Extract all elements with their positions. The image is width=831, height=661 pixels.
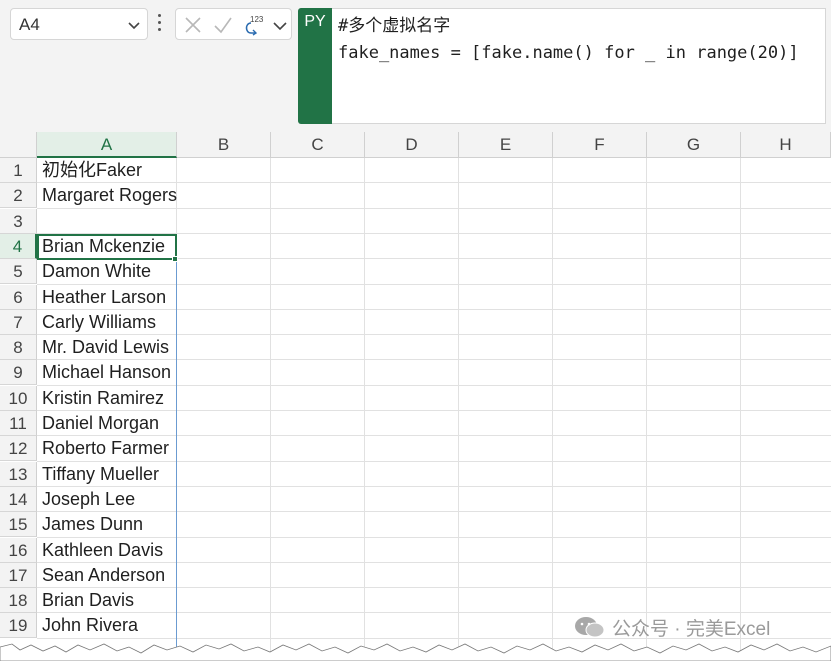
torn-edge (0, 643, 831, 661)
column-header-c[interactable]: C (271, 132, 365, 158)
watermark: 公众号 · 完美Excel (574, 614, 770, 640)
row-header[interactable]: 15 (0, 512, 37, 538)
watermark-text: 公众号 · 完美Excel (612, 618, 771, 640)
row-header[interactable]: 4 (0, 233, 37, 259)
select-all-corner[interactable] (0, 132, 37, 158)
row-header[interactable]: 16 (0, 537, 37, 563)
cell-a15[interactable]: James Dunn (42, 512, 143, 537)
cell-a9[interactable]: Michael Hanson (42, 360, 171, 385)
row-header[interactable]: 3 (0, 208, 37, 234)
row-header[interactable]: 8 (0, 335, 37, 361)
name-box[interactable]: A4 (10, 8, 148, 40)
cell-a6[interactable]: Heather Larson (42, 285, 166, 310)
row-header[interactable]: 19 (0, 613, 37, 639)
cell-a7[interactable]: Carly Williams (42, 310, 156, 335)
cell-a12[interactable]: Roberto Farmer (42, 436, 169, 461)
cell-a13[interactable]: Tiffany Mueller (42, 462, 159, 487)
cell-a16[interactable]: Kathleen Davis (42, 538, 163, 563)
cell-a19[interactable]: John Rivera (42, 613, 138, 638)
column-header-g[interactable]: G (647, 132, 741, 158)
cell-a1[interactable]: 初始化Faker (42, 158, 142, 183)
python-output-chevron-icon[interactable] (272, 14, 288, 36)
row-header[interactable]: 2 (0, 183, 37, 209)
formula-tools: 123 (175, 8, 292, 40)
cell-a2[interactable]: Margaret Rogers (42, 183, 177, 208)
formula-line-1: #多个虚拟名字 (338, 16, 451, 36)
cell-a17[interactable]: Sean Anderson (42, 563, 165, 588)
formula-area: A4 123 PY #多个虚拟名字 fake_names = [fake.nam… (0, 0, 831, 132)
cancel-icon[interactable] (182, 14, 204, 36)
row-header[interactable]: 1 (0, 158, 37, 183)
row-header[interactable]: 5 (0, 259, 37, 285)
column-header-d[interactable]: D (365, 132, 459, 158)
row-header[interactable]: 10 (0, 385, 37, 411)
wechat-icon (575, 617, 605, 638)
chevron-down-icon[interactable] (127, 18, 141, 32)
python-mode-badge[interactable]: PY (298, 8, 332, 124)
row-header[interactable]: 12 (0, 436, 37, 462)
enter-icon[interactable] (212, 14, 234, 36)
cell-a5[interactable]: Damon White (42, 259, 151, 284)
row-header[interactable]: 6 (0, 284, 37, 310)
cell-a8[interactable]: Mr. David Lewis (42, 335, 169, 360)
row-header[interactable]: 17 (0, 562, 37, 588)
cell-a18[interactable]: Brian Davis (42, 588, 134, 613)
row-header[interactable]: 7 (0, 309, 37, 335)
column-header-f[interactable]: F (553, 132, 647, 158)
row-header[interactable]: 9 (0, 360, 37, 386)
row-header[interactable]: 11 (0, 411, 37, 436)
cell-a10[interactable]: Kristin Ramirez (42, 386, 164, 411)
worksheet-grid[interactable]: A B C D E F G H 1 初始化Faker 2 Margaret Roger… (0, 132, 831, 661)
cell-a14[interactable]: Joseph Lee (42, 487, 135, 512)
active-cell-outline[interactable] (37, 234, 177, 260)
formula-line-2: fake_names = [fake.name() for _ in range… (338, 43, 799, 63)
row-header[interactable]: 13 (0, 461, 37, 487)
grid-line (37, 511, 831, 513)
cell-a11[interactable]: Daniel Morgan (42, 411, 159, 436)
more-options-icon[interactable] (155, 12, 165, 34)
column-header-e[interactable]: E (459, 132, 553, 158)
name-box-value: A4 (19, 15, 40, 34)
column-header-h[interactable]: H (741, 132, 831, 158)
column-header-b[interactable]: B (177, 132, 271, 158)
python-spill-border (176, 260, 177, 661)
column-header-a[interactable]: A (37, 132, 177, 158)
python-output-superscript: 123 (250, 15, 264, 24)
formula-input[interactable]: #多个虚拟名字 fake_names = [fake.name() for _ … (332, 8, 826, 124)
row-header[interactable]: 18 (0, 588, 37, 614)
python-output-icon[interactable]: 123 (242, 14, 268, 36)
row-header[interactable]: 14 (0, 486, 37, 512)
fill-handle[interactable] (172, 256, 178, 262)
